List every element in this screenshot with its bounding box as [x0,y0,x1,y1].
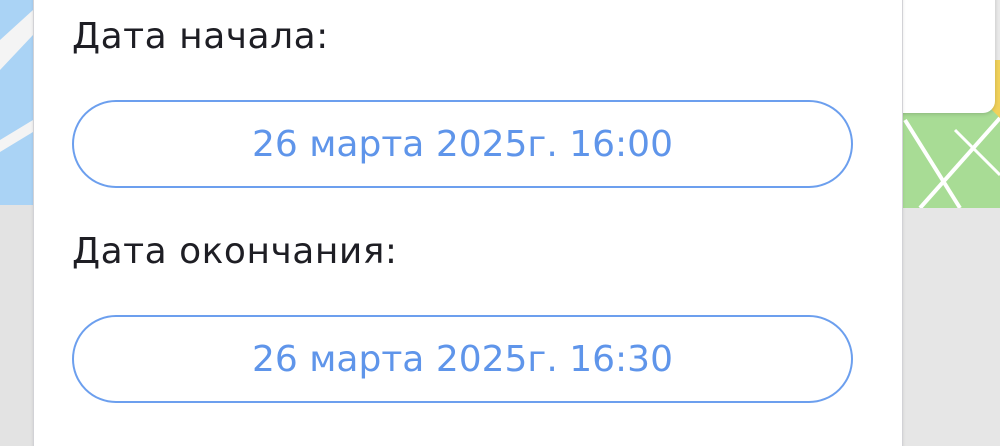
map-land [901,208,1000,446]
start-date-value: 26 марта 2025г. 16:00 [252,123,673,165]
end-date-value: 26 марта 2025г. 16:30 [252,338,673,380]
end-date-label: Дата окончания: [72,231,398,272]
start-date-label: Дата начала: [72,16,329,57]
end-date-picker-button[interactable]: 26 марта 2025г. 16:30 [72,315,853,403]
screen: Дата начала: 26 марта 2025г. 16:00 Дата … [0,0,1000,446]
map-land [0,205,33,446]
date-panel: Дата начала: 26 марта 2025г. 16:00 Дата … [33,0,903,446]
start-date-picker-button[interactable]: 26 марта 2025г. 16:00 [72,100,853,188]
